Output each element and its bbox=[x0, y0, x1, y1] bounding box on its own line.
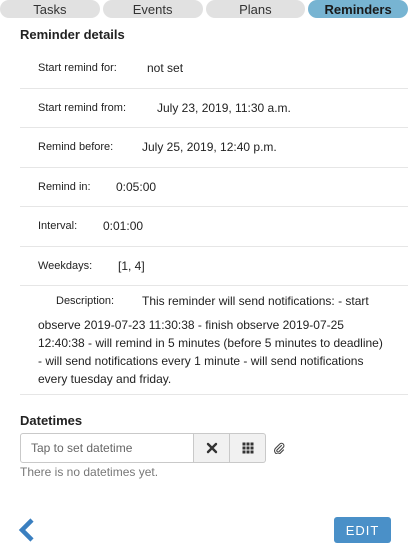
interval-value: 0:01:00 bbox=[103, 219, 144, 234]
description-row: Description: This reminder will send not… bbox=[20, 286, 408, 395]
start-remind-from-value: July 23, 2019, 11:30 a.m. bbox=[157, 100, 291, 115]
start-remind-for-row: Start remind for: not set bbox=[20, 49, 408, 89]
reminder-details-title: Reminder details bbox=[20, 27, 125, 42]
remind-in-label: Remind in: bbox=[38, 180, 91, 193]
attach-button[interactable] bbox=[272, 441, 286, 455]
remind-in-row: Remind in: 0:05:00 bbox=[20, 168, 408, 207]
remind-before-label: Remind before: bbox=[38, 141, 114, 154]
tab-tasks[interactable]: Tasks bbox=[0, 0, 100, 18]
clear-datetime-button[interactable] bbox=[194, 433, 230, 463]
description-value-first-line: This reminder will send notifications: -… bbox=[142, 294, 369, 308]
tab-bar: Tasks Events Plans Reminders bbox=[0, 0, 408, 18]
reminder-details-list: Start remind for: not set Start remind f… bbox=[20, 49, 408, 395]
datetime-picker-group bbox=[20, 433, 286, 463]
interval-label: Interval: bbox=[38, 220, 78, 233]
calendar-button[interactable] bbox=[230, 433, 266, 463]
start-remind-from-row: Start remind from: July 23, 2019, 11:30 … bbox=[20, 89, 408, 128]
start-remind-from-label: Start remind from: bbox=[38, 101, 127, 114]
datetime-input[interactable] bbox=[20, 433, 194, 463]
edit-button[interactable]: EDIT bbox=[334, 517, 391, 543]
reminder-details-page: Tasks Events Plans Reminders Reminder de… bbox=[0, 0, 408, 560]
weekdays-label: Weekdays: bbox=[38, 259, 93, 272]
remind-before-row: Remind before: July 25, 2019, 12:40 p.m. bbox=[20, 128, 408, 168]
remind-in-value: 0:05:00 bbox=[116, 179, 157, 194]
back-button[interactable] bbox=[18, 518, 38, 542]
no-datetimes-message: There is no datetimes yet. bbox=[20, 465, 159, 479]
remind-before-value: July 25, 2019, 12:40 p.m. bbox=[142, 140, 277, 155]
description-label: Description: bbox=[56, 295, 115, 307]
tab-plans[interactable]: Plans bbox=[205, 0, 306, 18]
tab-reminders[interactable]: Reminders bbox=[308, 0, 408, 18]
description-value-text: observe 2019-07-23 11:30:38 - finish obs… bbox=[38, 318, 383, 386]
start-remind-for-label: Start remind for: bbox=[38, 62, 117, 75]
weekdays-value: [1, 4] bbox=[118, 258, 145, 273]
clear-icon bbox=[206, 442, 217, 454]
description-header: Description: This reminder will send not… bbox=[20, 286, 408, 316]
back-chevron-icon bbox=[18, 518, 34, 542]
start-remind-for-value: not set bbox=[147, 61, 184, 76]
interval-row: Interval: 0:01:00 bbox=[20, 207, 408, 247]
tab-events[interactable]: Events bbox=[102, 0, 203, 18]
calendar-grid-icon bbox=[242, 442, 253, 454]
paperclip-icon bbox=[274, 442, 285, 454]
weekdays-row: Weekdays: [1, 4] bbox=[20, 247, 408, 286]
datetimes-title: Datetimes bbox=[20, 413, 83, 428]
